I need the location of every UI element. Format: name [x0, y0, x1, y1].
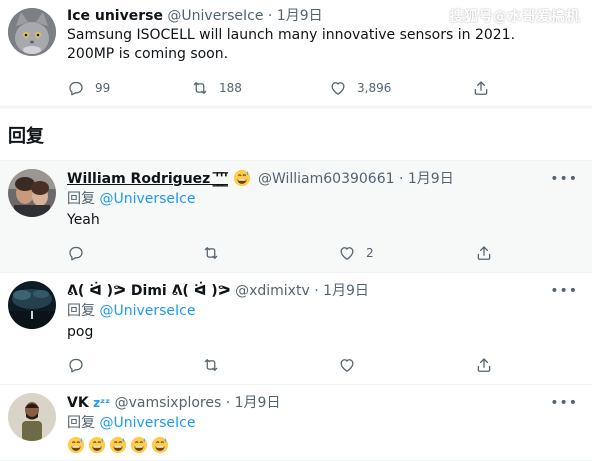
reply-button[interactable]	[67, 243, 85, 263]
like-button[interactable]	[338, 355, 356, 375]
reply-icon	[69, 81, 83, 96]
share-icon	[477, 246, 491, 260]
tweet-date[interactable]: 1月9日	[235, 395, 281, 411]
author-name[interactable]: Ice universe	[67, 8, 163, 24]
replies-heading: 回复	[0, 109, 592, 161]
meta-separator: ·	[314, 283, 319, 299]
retweet-icon	[193, 82, 207, 94]
tweet-actions: 2	[67, 243, 532, 263]
reply-icon	[69, 246, 83, 261]
avatar[interactable]	[8, 8, 56, 56]
author-handle[interactable]: @xdimixtv	[235, 283, 310, 299]
tweet-date[interactable]: 1月9日	[408, 171, 454, 187]
retweet-button[interactable]	[202, 355, 220, 375]
reply-prefix: 回复	[67, 303, 95, 319]
reply-button[interactable]: 99	[67, 78, 110, 98]
more-options-button[interactable]: •••	[550, 395, 578, 411]
grinning-sweat-emoji-icon	[151, 436, 169, 454]
reply-tweet[interactable]: VK zᶻᶻ @vamsixplores · 1月9日 回复 @Universe…	[0, 385, 592, 461]
tweet-meta: Ice universe @UniverseIce · 1月9日	[67, 6, 584, 26]
tweet-body: ᕕ( ᐛ )ᕗ Dimi ᕕ( ᐛ )ᕗ @xdimixtv · 1月9日 回复…	[67, 281, 584, 343]
like-button[interactable]: 3,896	[329, 78, 391, 98]
grinning-sweat-emoji-icon	[109, 436, 127, 454]
like-button[interactable]: 2	[338, 243, 374, 263]
retweet-count: 188	[219, 81, 242, 95]
grinning-sweat-emoji-icon	[67, 436, 85, 454]
reply-button[interactable]	[67, 355, 85, 375]
heart-icon	[340, 359, 354, 372]
page: 搜狐号@水哥爱搞机 Ice universe @UniverseIce · 1月…	[0, 0, 592, 461]
share-button[interactable]	[472, 78, 490, 98]
avatar[interactable]	[8, 281, 56, 329]
share-button[interactable]	[475, 355, 493, 375]
heart-icon	[331, 82, 345, 95]
reply-prefix: 回复	[67, 415, 95, 431]
tweet-body: VK zᶻᶻ @vamsixplores · 1月9日 回复 @Universe…	[67, 393, 584, 457]
share-icon	[477, 358, 491, 372]
reply-prefix: 回复	[67, 191, 95, 207]
tweet-text: pog	[67, 324, 94, 340]
sleep-emoji-icon: zᶻᶻ	[93, 396, 111, 410]
share-icon	[474, 81, 488, 95]
author-name[interactable]: ᕕ( ᐛ )ᕗ Dimi ᕕ( ᐛ )ᕗ	[67, 283, 231, 299]
author-name[interactable]: VK	[67, 395, 89, 411]
avatar[interactable]	[8, 393, 56, 441]
tweet-meta: VK zᶻᶻ @vamsixplores · 1月9日	[67, 393, 584, 413]
tweet-text-line-2: 200MP is coming soon.	[67, 46, 229, 62]
tweet-actions	[67, 355, 532, 375]
author-handle[interactable]: @William60390661	[258, 171, 395, 187]
tweet-body: Ice universe @UniverseIce · 1月9日 Samsung…	[67, 6, 584, 64]
reply-icon	[69, 358, 83, 373]
meta-separator: ·	[267, 8, 273, 24]
retweet-icon	[204, 247, 218, 259]
tweet-text: Yeah	[67, 212, 100, 228]
tweet-date[interactable]: 1月9日	[323, 283, 369, 299]
tweet-text-line-1: Samsung ISOCELL will launch many innovat…	[67, 27, 516, 43]
replying-to: 回复 @UniverseIce	[67, 301, 584, 322]
reply-count: 99	[95, 81, 111, 95]
retweet-icon	[204, 359, 218, 371]
more-options-button[interactable]: •••	[550, 283, 578, 299]
share-button[interactable]	[475, 243, 493, 263]
reply-tweet[interactable]: ᕕ( ᐛ )ᕗ Dimi ᕕ( ᐛ )ᕗ @xdimixtv · 1月9日 回复…	[0, 273, 592, 385]
grinning-sweat-emoji-icon	[130, 436, 148, 454]
replying-to: 回复 @UniverseIce	[67, 189, 584, 210]
tweet-meta: ᕕ( ᐛ )ᕗ Dimi ᕕ( ᐛ )ᕗ @xdimixtv · 1月9日	[67, 281, 584, 301]
author-name[interactable]: William Rodriguez '̲̅'̲̅'̲̅	[67, 171, 228, 187]
emoji-row	[67, 434, 584, 457]
author-handle[interactable]: @vamsixplores	[115, 395, 222, 411]
reply-tweet[interactable]: William Rodriguez '̲̅'̲̅'̲̅ @William6039…	[0, 161, 592, 273]
mention-link[interactable]: @UniverseIce	[99, 303, 195, 319]
meta-separator: ·	[398, 171, 404, 187]
more-options-button[interactable]: •••	[550, 171, 578, 187]
mention-link[interactable]: @UniverseIce	[99, 191, 195, 207]
like-count: 2	[366, 246, 374, 260]
tweet-date[interactable]: 1月9日	[277, 8, 323, 24]
grinning-sweat-emoji-icon	[233, 169, 250, 187]
like-count: 3,896	[357, 81, 392, 95]
main-tweet[interactable]: Ice universe @UniverseIce · 1月9日 Samsung…	[0, 0, 592, 107]
tweet-actions: 99 188 3,896	[67, 78, 532, 98]
meta-separator: ·	[225, 395, 231, 411]
retweet-button[interactable]	[202, 243, 220, 263]
replying-to: 回复 @UniverseIce	[67, 413, 584, 434]
author-handle[interactable]: @UniverseIce	[167, 8, 263, 24]
grinning-sweat-emoji-icon	[88, 436, 106, 454]
heart-icon	[340, 247, 354, 260]
avatar[interactable]	[8, 169, 56, 217]
retweet-button[interactable]: 188	[191, 78, 242, 98]
tweet-meta: William Rodriguez '̲̅'̲̅'̲̅ @William6039…	[67, 169, 584, 189]
mention-link[interactable]: @UniverseIce	[99, 415, 195, 431]
tweet-body: William Rodriguez '̲̅'̲̅'̲̅ @William6039…	[67, 169, 584, 231]
